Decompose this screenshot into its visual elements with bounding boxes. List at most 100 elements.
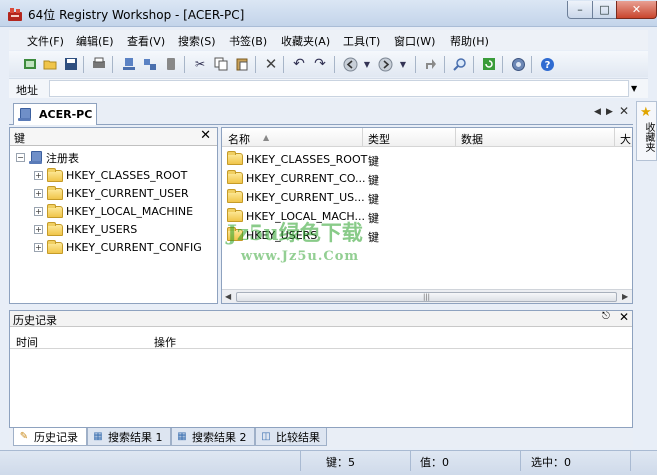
back-icon[interactable] bbox=[342, 56, 358, 72]
forward-icon[interactable] bbox=[377, 56, 393, 72]
tab-scroll-right-icon[interactable]: ▶ bbox=[606, 107, 613, 117]
menu-file[interactable]: 文件(F) bbox=[27, 33, 64, 49]
tab-history[interactable]: ✎ 历史记录 bbox=[13, 428, 87, 446]
history-column-time[interactable]: 时间 bbox=[16, 334, 38, 350]
back-dropdown-icon[interactable]: ▼ bbox=[359, 56, 375, 72]
maximize-icon: □ bbox=[599, 3, 610, 16]
scroll-left-icon[interactable]: ◀ bbox=[225, 292, 231, 301]
up-icon[interactable] bbox=[423, 56, 439, 72]
close-button[interactable]: ✕ bbox=[616, 1, 657, 19]
toolbar-separator bbox=[184, 56, 185, 73]
tree-header: 键 ✕ bbox=[10, 128, 217, 146]
folder-icon bbox=[47, 239, 63, 254]
pin-icon[interactable]: ⎋ bbox=[602, 311, 610, 322]
registry-icon[interactable] bbox=[22, 56, 38, 72]
toolbar-separator bbox=[444, 56, 445, 73]
collapse-icon[interactable]: − bbox=[16, 153, 25, 162]
undo-icon[interactable]: ↶ bbox=[291, 56, 307, 72]
tab-close-icon[interactable]: ✕ bbox=[619, 104, 629, 118]
menu-favorites[interactable]: 收藏夹(A) bbox=[281, 33, 330, 49]
menu-tools[interactable]: 工具(T) bbox=[343, 33, 380, 49]
menu-edit[interactable]: 编辑(E) bbox=[76, 33, 114, 49]
history-column-action[interactable]: 操作 bbox=[154, 334, 176, 350]
tab-search-results-2[interactable]: ▦ 搜索结果 2 bbox=[171, 428, 255, 446]
history-title-bar: 历史记录 ⎋ ✕ bbox=[10, 310, 632, 327]
tab-compare-results[interactable]: ◫ 比较结果 bbox=[255, 428, 327, 446]
status-divider bbox=[630, 451, 631, 471]
toolbar-separator bbox=[283, 56, 284, 73]
maximize-button[interactable]: □ bbox=[592, 1, 617, 19]
favorites-side-panel[interactable]: ★ 收藏夹 bbox=[636, 101, 657, 161]
copy-icon[interactable] bbox=[213, 56, 229, 72]
column-name[interactable]: 名称 bbox=[228, 131, 250, 147]
paste-icon[interactable] bbox=[234, 56, 250, 72]
toolbar-separator bbox=[415, 56, 416, 73]
window-title: 64位 Registry Workshop - [ACER-PC] bbox=[28, 8, 245, 22]
refresh-icon[interactable] bbox=[481, 56, 497, 72]
options-icon[interactable] bbox=[510, 56, 526, 72]
cut-icon[interactable]: ✂ bbox=[192, 56, 208, 72]
expand-icon[interactable]: + bbox=[34, 207, 43, 216]
tree-item[interactable]: + HKEY_CURRENT_CONFIG bbox=[34, 239, 202, 256]
horizontal-scrollbar[interactable]: ◀ ||| ▶ bbox=[222, 289, 632, 303]
device-icon[interactable] bbox=[163, 56, 179, 72]
history-columns: 时间 操作 bbox=[10, 332, 632, 349]
tree-item[interactable]: + HKEY_CURRENT_USER bbox=[34, 185, 189, 202]
menu-help[interactable]: 帮助(H) bbox=[450, 33, 489, 49]
menu-bar: 文件(F) 编辑(E) 查看(V) 搜索(S) 书签(B) 收藏夹(A) 工具(… bbox=[9, 30, 648, 50]
address-dropdown-icon[interactable]: ▼ bbox=[631, 84, 637, 93]
tree-item-label: HKEY_USERS bbox=[66, 223, 138, 236]
scrollbar-thumb[interactable]: ||| bbox=[236, 292, 617, 302]
toolbar-separator bbox=[531, 56, 532, 73]
column-divider[interactable] bbox=[362, 128, 363, 147]
app-icon bbox=[8, 8, 22, 21]
address-bar: 地址 ▼ bbox=[9, 78, 648, 98]
menu-search[interactable]: 搜索(S) bbox=[178, 33, 216, 49]
toolbar-separator bbox=[502, 56, 503, 73]
tab-label: ACER-PC bbox=[39, 108, 93, 121]
tree-close-icon[interactable]: ✕ bbox=[200, 128, 211, 143]
folder-icon bbox=[227, 170, 243, 184]
column-divider[interactable] bbox=[455, 128, 456, 147]
help-icon[interactable]: ? bbox=[539, 56, 555, 72]
tab-acer-pc[interactable]: ACER-PC bbox=[13, 103, 97, 125]
expand-icon[interactable]: + bbox=[34, 243, 43, 252]
minimize-button[interactable]: – bbox=[567, 1, 593, 19]
tree-root[interactable]: − 注册表 bbox=[16, 149, 79, 166]
tab-scroll-left-icon[interactable]: ◀ bbox=[594, 107, 601, 117]
connect-icon[interactable] bbox=[121, 56, 137, 72]
open-folder-icon[interactable] bbox=[42, 56, 58, 72]
print-icon[interactable] bbox=[91, 56, 107, 72]
menu-window[interactable]: 窗口(W) bbox=[394, 33, 435, 49]
network-icon[interactable] bbox=[142, 56, 158, 72]
history-close-icon[interactable]: ✕ bbox=[619, 310, 629, 324]
scroll-right-icon[interactable]: ▶ bbox=[622, 292, 628, 301]
menu-bookmarks[interactable]: 书签(B) bbox=[229, 33, 267, 49]
tab-search-results-1[interactable]: ▦ 搜索结果 1 bbox=[87, 428, 171, 446]
delete-icon[interactable]: ✕ bbox=[263, 55, 279, 73]
expand-icon[interactable]: + bbox=[34, 171, 43, 180]
expand-icon[interactable]: + bbox=[34, 225, 43, 234]
tree-header-label: 键 bbox=[14, 132, 25, 145]
tree-item[interactable]: + HKEY_LOCAL_MACHINE bbox=[34, 203, 193, 220]
address-input[interactable] bbox=[49, 80, 629, 97]
list-item-type: 键 bbox=[368, 212, 379, 225]
list-item-type: 键 bbox=[368, 174, 379, 187]
menu-view[interactable]: 查看(V) bbox=[127, 33, 165, 49]
forward-dropdown-icon[interactable]: ▼ bbox=[395, 56, 411, 72]
tree-item[interactable]: + HKEY_USERS bbox=[34, 221, 137, 238]
toolbar-separator bbox=[334, 56, 335, 73]
expand-icon[interactable]: + bbox=[34, 189, 43, 198]
redo-icon[interactable]: ↷ bbox=[312, 56, 328, 72]
list-header: 名称 ▲ 类型 数据 大 bbox=[222, 128, 632, 147]
tree-item[interactable]: + HKEY_CLASSES_ROOT bbox=[34, 167, 187, 184]
column-divider[interactable] bbox=[614, 128, 615, 147]
find-icon[interactable] bbox=[452, 56, 468, 72]
column-type[interactable]: 类型 bbox=[368, 131, 390, 147]
save-icon[interactable] bbox=[63, 56, 79, 72]
column-data[interactable]: 数据 bbox=[461, 131, 483, 147]
tree-item-label: HKEY_CURRENT_USER bbox=[66, 187, 189, 200]
column-size[interactable]: 大 bbox=[620, 131, 631, 147]
minimize-icon: – bbox=[577, 3, 583, 16]
status-key-count: 键：5 bbox=[326, 456, 355, 469]
